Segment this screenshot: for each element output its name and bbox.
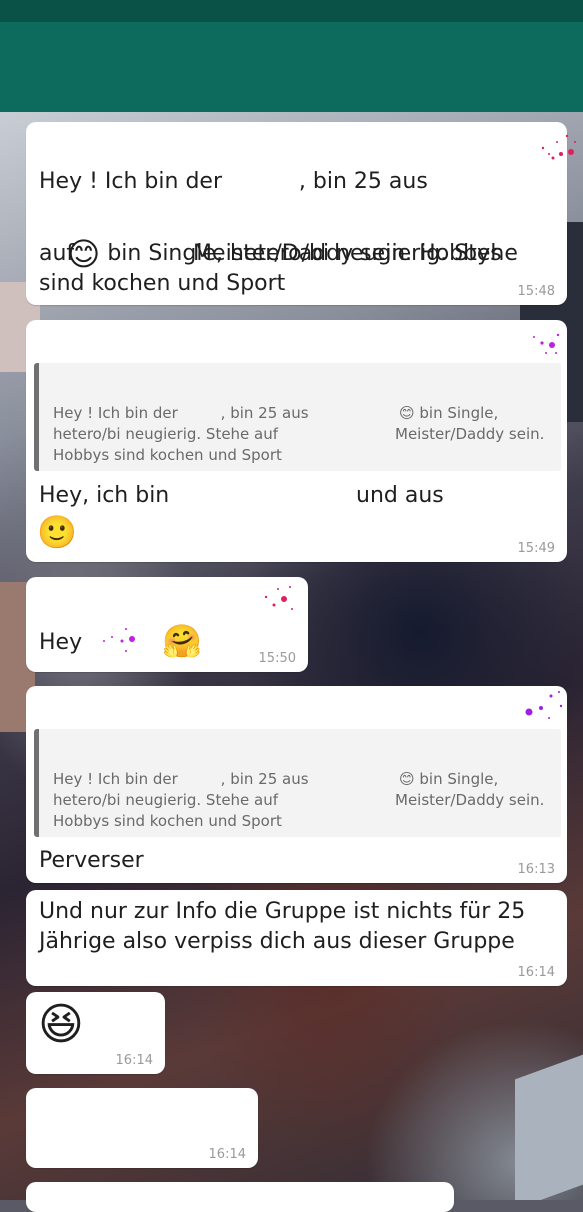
smiling-face-emoji: 😊 xyxy=(399,404,415,422)
message-timestamp: 16:14 xyxy=(115,1053,153,1068)
message-text-line: 😆 xyxy=(38,1000,84,1050)
quoted-text: Meister/Daddy sein. xyxy=(395,791,545,809)
quoted-text: Hobbys sind kochen und Sport xyxy=(53,446,282,464)
sparkle-sticker-icon xyxy=(533,333,560,354)
sparkle-sticker-icon xyxy=(525,691,563,719)
message-timestamp: 16:14 xyxy=(517,965,555,980)
message-bubble[interactable]: Hey 🤗 15:50 xyxy=(26,577,308,672)
message-timestamp: 16:13 xyxy=(517,862,555,877)
quoted-text: hetero/bi neugierig. Stehe auf xyxy=(53,791,279,809)
message-timestamp: 15:48 xyxy=(517,284,555,299)
sparkle-sticker-icon xyxy=(264,586,293,610)
quoted-text-fragment: bin Single, xyxy=(414,770,499,788)
message-text-fragment: und aus xyxy=(356,483,444,508)
message-bubble[interactable]: Hey ! Ich bin der , bin 25 aus 😊 bin Sin… xyxy=(26,122,576,305)
quoted-text: Hobbys sind kochen und Sport xyxy=(53,812,282,830)
sparkle-sticker-icon xyxy=(103,628,135,652)
quoted-text: 😊 bin Single, xyxy=(399,403,498,424)
message-text-line: sind kochen und Sport xyxy=(39,271,286,296)
quoted-message[interactable]: Hey ! Ich bin der , bin 25 aus 😊 bin Sin… xyxy=(34,363,561,471)
smiling-face-emoji: 😊 xyxy=(399,770,415,788)
message-timestamp: 15:50 xyxy=(258,651,296,666)
message-text-line: Hey xyxy=(39,630,83,655)
quoted-text: Hey ! Ich bin der , bin 25 aus xyxy=(53,770,309,788)
message-bubble[interactable]: 😆 16:14 xyxy=(26,992,165,1074)
slightly-smiling-face-emoji: 🙂 xyxy=(37,513,77,551)
message-bubble[interactable]: Hey ! Ich bin der , bin 25 aus 😊 bin Sin… xyxy=(26,320,567,562)
grinning-squinting-face-emoji: 😆 xyxy=(38,999,84,1050)
chat-header-bar xyxy=(0,22,583,112)
message-text-line: 🤗 xyxy=(162,623,202,659)
message-timestamp: 16:14 xyxy=(208,1147,246,1162)
message-timestamp: 15:49 xyxy=(517,541,555,556)
quoted-message[interactable]: Hey ! Ich bin der , bin 25 aus 😊 bin Sin… xyxy=(34,729,561,837)
message-bubble[interactable]: Hey ! Ich bin der , bin 25 aus 😊 bin Sin… xyxy=(26,686,567,883)
status-bar xyxy=(0,0,583,22)
sparkle-sticker-icon xyxy=(541,134,576,160)
quoted-text: Meister/Daddy sein. xyxy=(395,425,545,443)
message-bubble[interactable]: 16:14 xyxy=(26,1088,258,1168)
hugging-face-emoji: 🤗 xyxy=(162,622,202,660)
message-text-line: 🙂 xyxy=(37,514,77,550)
message-text-fragment: Hey, ich bin xyxy=(39,483,170,508)
message-bubble[interactable]: Und nur zur Info die Gruppe ist nichts f… xyxy=(26,890,567,986)
quoted-text: hetero/bi neugierig. Stehe auf xyxy=(53,425,279,443)
message-text-line: Hey ! Ich bin der , bin 25 aus xyxy=(39,169,428,194)
quoted-text: 😊 bin Single, xyxy=(399,769,498,790)
message-bubble[interactable] xyxy=(26,1182,454,1212)
quoted-text: Hey ! Ich bin der , bin 25 aus xyxy=(53,404,309,422)
quoted-text-fragment: bin Single, xyxy=(414,404,499,422)
wallpaper-shape xyxy=(515,1054,583,1200)
message-text-line: Perverser xyxy=(39,848,144,873)
message-text-line: Jährige also verpiss dich aus dieser Gru… xyxy=(39,929,515,954)
